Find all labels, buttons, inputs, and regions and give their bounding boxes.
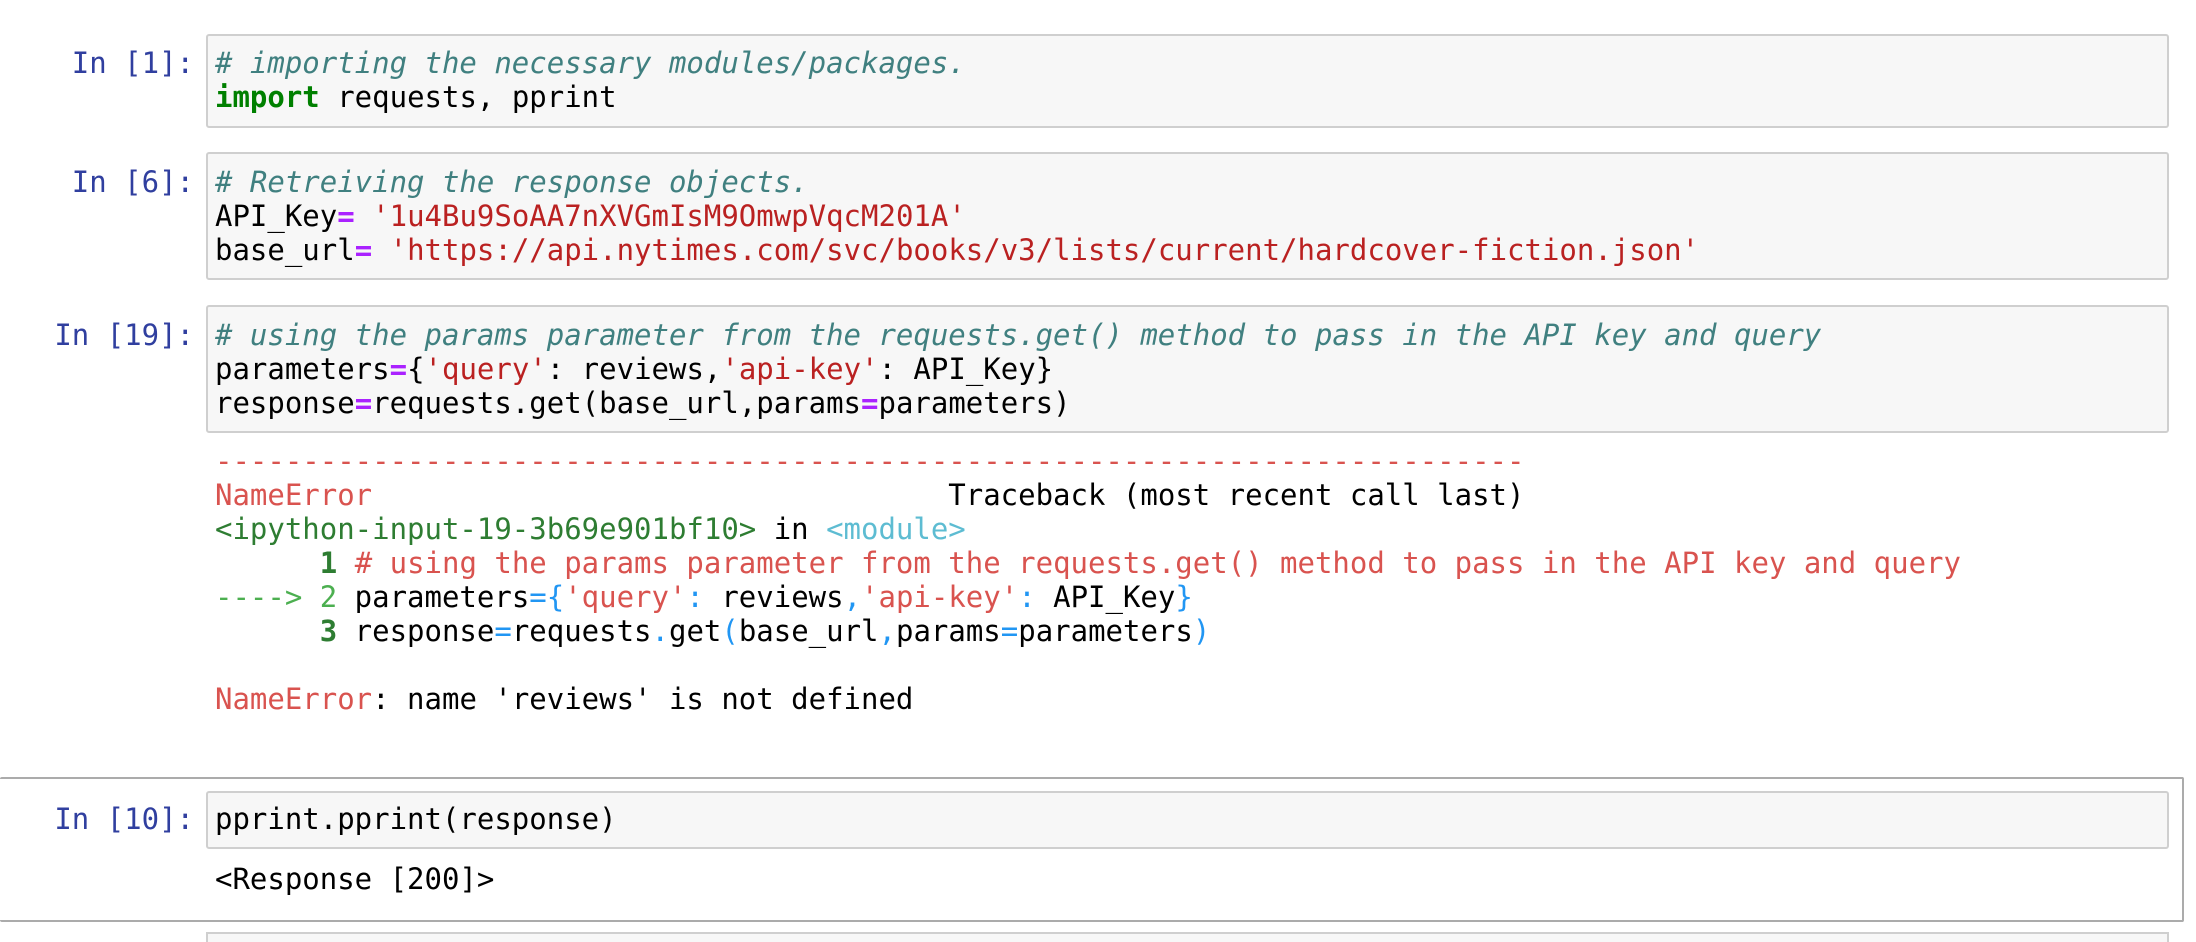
code-token: 'query' — [424, 352, 547, 386]
code-token: parameters) — [878, 386, 1071, 420]
code-token: } — [1175, 580, 1193, 614]
code-token: requests.get(base_url,params — [372, 386, 862, 420]
code-line: base_url= 'https://api.nytimes.com/svc/b… — [215, 233, 1699, 267]
code-token: : reviews, — [546, 352, 722, 386]
code-token: Traceback (most recent call last) — [372, 478, 1525, 512]
code-token: base_url — [215, 233, 355, 267]
code-token: pprint.pprint(response) — [215, 802, 617, 836]
code-token: { — [407, 352, 425, 386]
code-token: parameters — [1018, 614, 1193, 648]
code-token: parameters — [215, 352, 390, 386]
code-token: response — [337, 614, 495, 648]
code-line: <ipython-input-19-3b69e901bf10> in <modu… — [215, 512, 1961, 546]
cell-prompt: In [10]: — [54, 802, 194, 836]
code-line: # importing the necessary modules/packag… — [215, 46, 966, 80]
code-line: # using the params parameter from the re… — [215, 318, 1821, 352]
code-line: ----> 2 parameters={'query': reviews,'ap… — [215, 580, 1961, 614]
code-token: = — [1000, 614, 1019, 648]
code-line: API_Key= '1u4Bu9SoAA7nXVGmIsM9OmwpVqcM20… — [215, 199, 1699, 233]
code-token: params — [896, 614, 1001, 648]
code-token: ( — [721, 614, 739, 648]
code-token: # using the params parameter from the re… — [354, 546, 1961, 580]
code-token: # using the params parameter from the re… — [215, 318, 1822, 352]
code-token: 'api-key' — [861, 580, 1019, 614]
code-token: <ipython-input-19-3b69e901bf10> — [215, 512, 757, 546]
code-token: ----------------------------------------… — [215, 444, 1525, 478]
code-token: <Response [200]> — [215, 862, 495, 896]
code-token: NameError — [215, 478, 373, 512]
code-token: 1 — [215, 546, 338, 580]
cell-output: <Response [200]> — [215, 862, 494, 896]
cell-output-traceback: ----------------------------------------… — [215, 444, 1961, 716]
code-token: in — [756, 512, 827, 546]
code-token: import — [215, 80, 320, 114]
code-token: ={ — [529, 580, 565, 614]
code-editor[interactable]: # using the params parameter from the re… — [215, 318, 1821, 420]
code-token: 'https://api.nytimes.com/svc/books/v3/li… — [389, 233, 1700, 267]
code-line: import requests, pprint — [215, 80, 966, 114]
code-token: 'api-key' — [721, 352, 879, 386]
cell-prompt: In [1]: — [71, 46, 194, 80]
code-token: ----> 2 — [215, 580, 338, 614]
cell-prompt: In [19]: — [54, 318, 194, 352]
code-token: : API_Key} — [878, 352, 1054, 386]
code-token: : — [1018, 580, 1036, 614]
code-line: # Retreiving the response objects. — [215, 165, 1699, 199]
code-line: 1 # using the params parameter from the … — [215, 546, 1961, 580]
code-token: '1u4Bu9SoAA7nXVGmIsM9OmwpVqcM201A' — [372, 199, 966, 233]
code-token: = — [494, 614, 512, 648]
code-token: = — [389, 352, 408, 386]
code-line: ----------------------------------------… — [215, 444, 1961, 478]
code-token: 3 — [215, 614, 338, 648]
code-token: # Retreiving the response objects. — [215, 165, 809, 199]
code-token: requests — [511, 614, 652, 648]
code-line: parameters={'query': reviews,'api-key': … — [215, 352, 1821, 386]
code-token: parameters — [337, 580, 530, 614]
code-token: requests, pprint — [319, 80, 617, 114]
code-token: API_Key — [1035, 580, 1176, 614]
code-token: , — [843, 580, 862, 614]
code-line: NameError Traceback (most recent call la… — [215, 478, 1961, 512]
code-token: 'query' — [564, 580, 687, 614]
code-line: <Response [200]> — [215, 862, 494, 896]
code-token: = — [337, 199, 355, 233]
code-token: # importing the necessary modules/packag… — [215, 46, 966, 80]
code-token: ) — [1192, 614, 1211, 648]
code-line: NameError: name 'reviews' is not defined — [215, 682, 1961, 716]
code-token: , — [878, 614, 896, 648]
code-token: API_Key — [215, 199, 338, 233]
code-line: pprint.pprint(response) — [215, 802, 617, 836]
code-token: = — [354, 386, 373, 420]
code-token: : — [686, 580, 704, 614]
code-line: response=requests.get(base_url,params=pa… — [215, 386, 1821, 420]
code-token: base_url — [738, 614, 879, 648]
code-token: = — [861, 386, 879, 420]
code-token: NameError — [215, 682, 373, 716]
code-token: response — [215, 386, 355, 420]
code-token: : name 'reviews' is not defined — [372, 682, 914, 716]
code-editor[interactable]: # Retreiving the response objects. API_Ke… — [215, 165, 1699, 267]
cell-prompt: In [6]: — [71, 165, 194, 199]
code-token: reviews — [703, 580, 844, 614]
code-token: <module> — [826, 512, 966, 546]
code-line: 3 response=requests.get(base_url,params=… — [215, 614, 1961, 648]
code-token: = — [354, 233, 373, 267]
code-editor[interactable]: # importing the necessary modules/packag… — [215, 46, 966, 114]
code-token: . — [651, 614, 669, 648]
next-code-input-area[interactable] — [206, 932, 2169, 942]
code-editor[interactable]: pprint.pprint(response) — [215, 802, 617, 836]
code-token: get — [668, 614, 722, 648]
